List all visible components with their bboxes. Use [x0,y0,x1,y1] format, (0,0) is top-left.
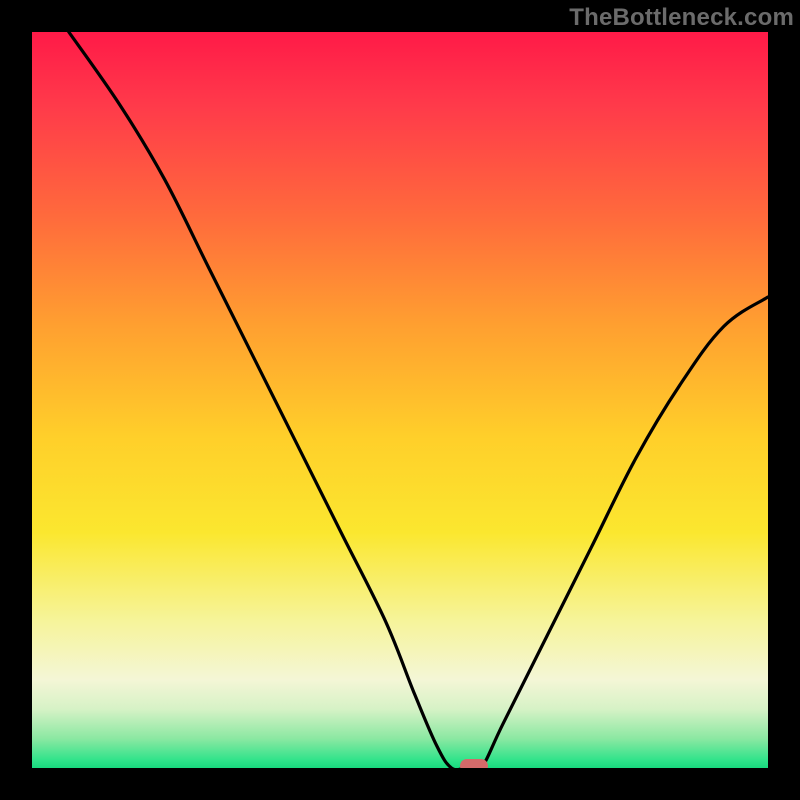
curve-svg [32,32,768,768]
optimal-marker [460,759,488,768]
plot-area [32,32,768,768]
bottleneck-curve [69,32,768,768]
watermark-text: TheBottleneck.com [569,4,794,32]
chart-frame: TheBottleneck.com [0,0,800,800]
